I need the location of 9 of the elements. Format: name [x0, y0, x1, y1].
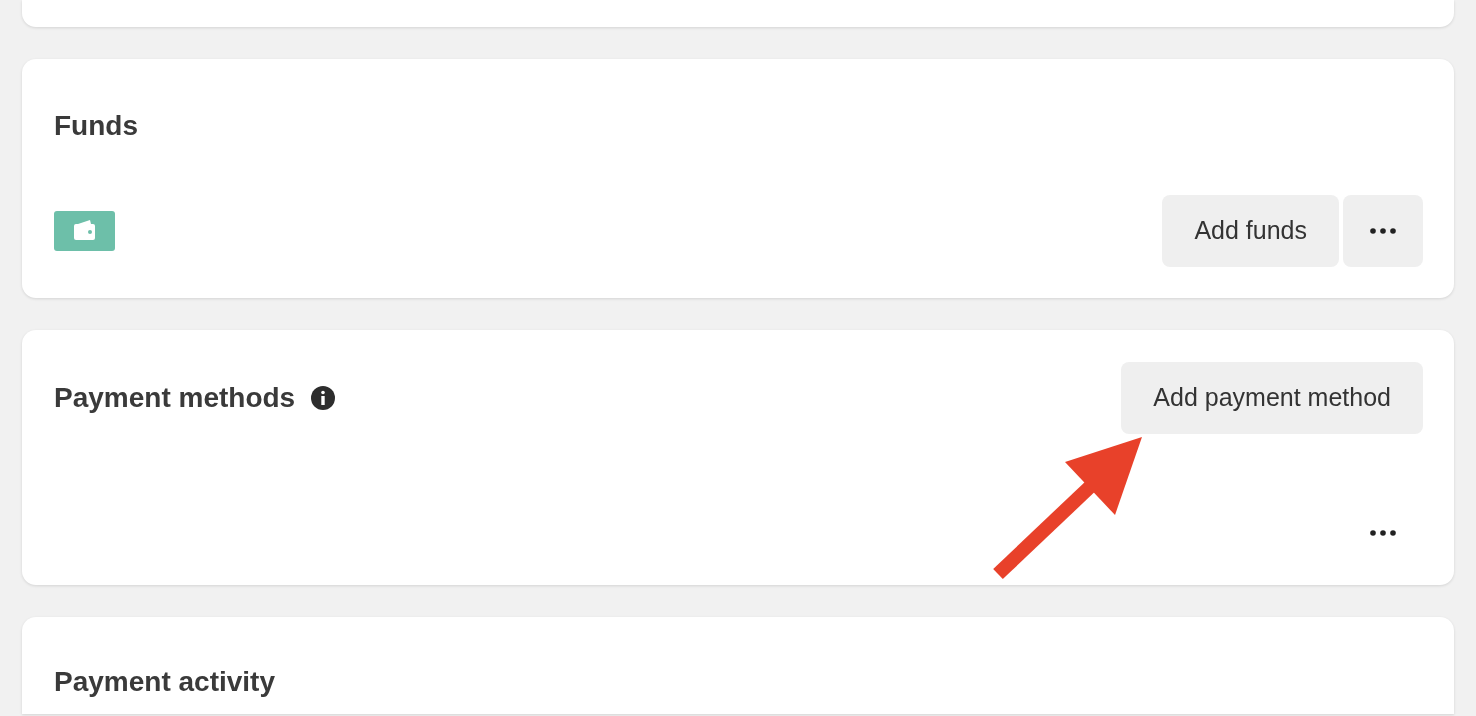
info-icon[interactable] [311, 386, 336, 410]
wallet-icon [54, 211, 115, 251]
section-title: Funds [54, 109, 139, 143]
more-icon [1370, 530, 1396, 536]
more-icon [1370, 228, 1396, 234]
add-payment-method-button[interactable]: Add payment method [1121, 362, 1423, 434]
section-title: Payment methods [54, 381, 296, 415]
section-title: Payment activity [54, 665, 276, 699]
add-funds-button[interactable]: Add funds [1162, 195, 1339, 267]
